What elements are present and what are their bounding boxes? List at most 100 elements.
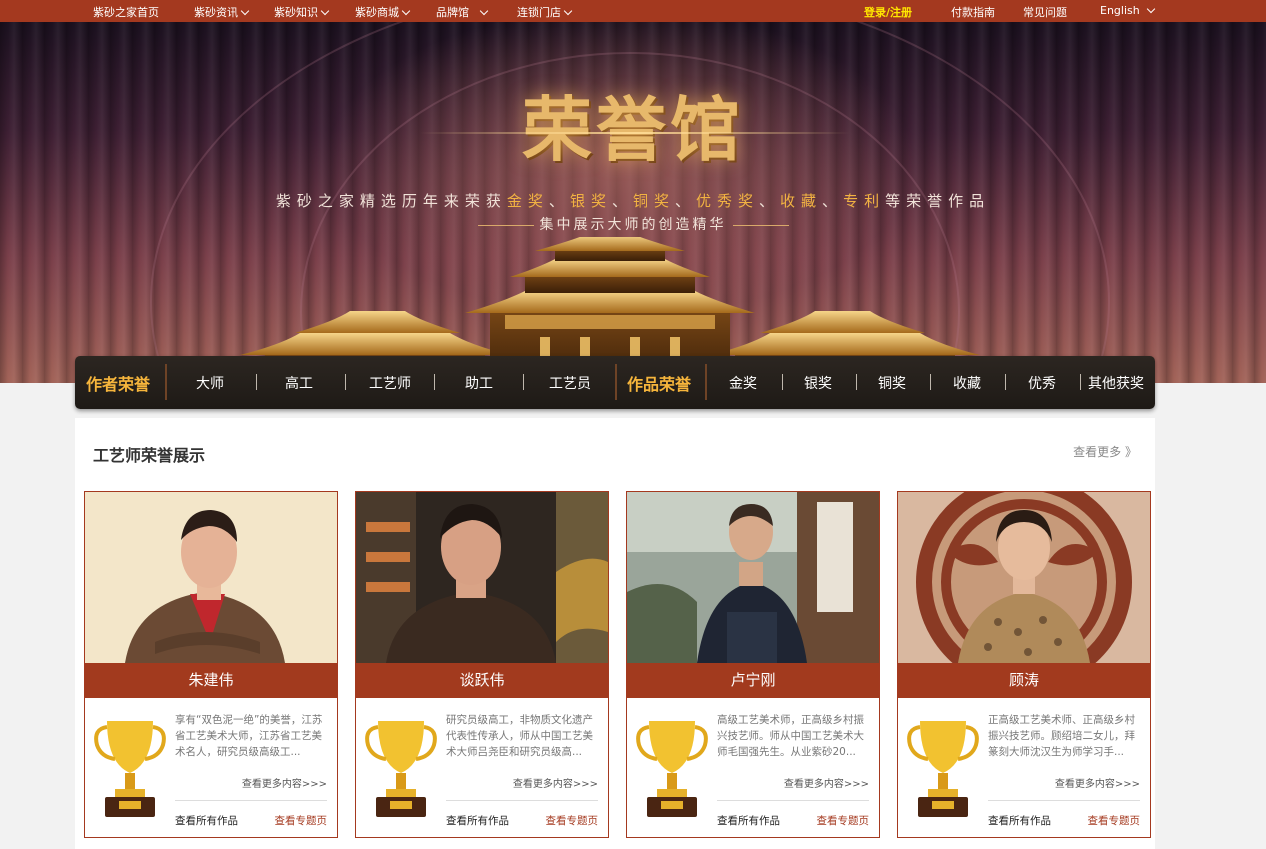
artist-description: 研究员级高工，非物质文化遗产代表性传承人，师从中国工艺美术大师吕尧臣和研究员级高… <box>446 714 593 758</box>
view-more-content-link[interactable]: 查看更多内容>>> <box>784 775 869 790</box>
language-label: English <box>1100 4 1140 17</box>
tab-silver-award[interactable]: 银奖 <box>804 373 832 393</box>
view-special-page-link[interactable]: 查看专题页 <box>817 813 870 828</box>
divider <box>717 800 869 801</box>
divider <box>782 374 783 390</box>
divider <box>256 374 257 390</box>
tab-senior-engineer[interactable]: 高工 <box>285 373 313 393</box>
view-more-content-link[interactable]: 查看更多内容>>> <box>1055 775 1140 790</box>
divider <box>615 364 617 400</box>
subtitle-suffix: 等荣誉作品 <box>885 192 991 210</box>
artist-photo[interactable] <box>898 492 1150 663</box>
divider <box>434 374 435 390</box>
view-special-page-link[interactable]: 查看专题页 <box>1088 813 1141 828</box>
divider <box>705 364 707 400</box>
divider <box>988 800 1140 801</box>
author-honor-heading[interactable]: 作者荣誉 <box>86 371 150 395</box>
chevron-down-icon <box>320 6 330 16</box>
view-special-page-link[interactable]: 查看专题页 <box>275 813 328 828</box>
trophy-icon <box>365 721 437 817</box>
tab-assistant-engineer[interactable]: 助工 <box>465 373 493 393</box>
artist-card[interactable]: 谈跃伟 研究员级高工，非物质文化遗产代表性传承人，师从中国工艺美术大师吕尧臣和研… <box>355 491 609 838</box>
artist-photo[interactable] <box>627 492 879 663</box>
payment-guide-link[interactable]: 付款指南 <box>951 4 995 20</box>
view-more-content-link[interactable]: 查看更多内容>>> <box>513 775 598 790</box>
award-separator: 、 <box>611 192 633 210</box>
title-glow-line <box>420 132 850 134</box>
works-honor-heading[interactable]: 作品荣誉 <box>627 371 691 395</box>
artist-description: 享有“双色泥一绝”的美誉，江苏省工艺美术大师，江苏省工艺美术名人，研究员级高级工… <box>175 714 323 758</box>
tab-craft-worker[interactable]: 工艺员 <box>549 373 591 393</box>
chevron-down-icon <box>240 6 250 16</box>
artist-card[interactable]: 卢宁刚 高级工艺美术师，正高级乡村振兴技艺师。师从中国工艺美术大师毛国强先生。从… <box>626 491 880 838</box>
tab-collection[interactable]: 收藏 <box>953 373 981 393</box>
award-gold: 金奖 <box>506 192 549 210</box>
nav-news-label: 紫砂资讯 <box>194 6 238 19</box>
divider <box>345 374 346 390</box>
view-all-works-link[interactable]: 查看所有作品 <box>175 813 238 828</box>
trophy-icon <box>636 721 708 817</box>
divider <box>1005 374 1006 390</box>
nav-news-menu[interactable]: 紫砂资讯 <box>194 4 250 20</box>
nav-home-link[interactable]: 紫砂之家首页 <box>93 4 159 20</box>
artist-name[interactable]: 朱建伟 <box>85 663 337 698</box>
nav-stores-label: 连锁门店 <box>517 6 561 19</box>
tagline-text: 集中展示大师的创造精华 <box>539 217 727 233</box>
nav-brand-menu[interactable]: 品牌馆 <box>436 4 489 20</box>
award-bronze: 铜奖 <box>632 192 675 210</box>
artist-description: 高级工艺美术师，正高级乡村振兴技艺师。师从中国工艺美术大师毛国强先生。从业紫砂2… <box>717 714 864 758</box>
award-silver: 银奖 <box>569 192 612 210</box>
tab-excellent[interactable]: 优秀 <box>1028 373 1056 393</box>
award-separator: 、 <box>759 192 781 210</box>
honor-category-nav: 作者荣誉 大师 高工 工艺师 助工 工艺员 作品荣誉 金奖 银奖 铜奖 收藏 优… <box>75 356 1155 409</box>
view-special-page-link[interactable]: 查看专题页 <box>546 813 599 828</box>
trophy-icon <box>94 721 166 817</box>
view-all-works-link[interactable]: 查看所有作品 <box>988 813 1051 828</box>
award-separator: 、 <box>822 192 844 210</box>
divider <box>930 374 931 390</box>
faq-link[interactable]: 常见问题 <box>1023 4 1067 20</box>
chevron-down-icon <box>1146 4 1155 14</box>
artist-description: 正高级工艺美术师、正高级乡村振兴技艺师。顾绍培二女儿，拜篆刻大师沈汉生为师学习手… <box>988 714 1135 758</box>
artist-card[interactable]: 朱建伟 享有“双色泥一绝”的美誉，江苏省工艺美术大师，江苏省工艺美术名人，研究员… <box>84 491 338 838</box>
tab-bronze-award[interactable]: 铜奖 <box>878 373 906 393</box>
nav-stores-menu[interactable]: 连锁门店 <box>517 4 573 20</box>
view-all-works-link[interactable]: 查看所有作品 <box>717 813 780 828</box>
artist-name[interactable]: 谈跃伟 <box>356 663 608 698</box>
artist-name[interactable]: 卢宁刚 <box>627 663 879 698</box>
tab-other-awards[interactable]: 其他获奖 <box>1088 373 1144 393</box>
artist-card[interactable]: 顾涛 正高级工艺美术师、正高级乡村振兴技艺师。顾绍培二女儿，拜篆刻大师沈汉生为师… <box>897 491 1151 838</box>
view-all-works-link[interactable]: 查看所有作品 <box>446 813 509 828</box>
artist-name[interactable]: 顾涛 <box>898 663 1150 698</box>
decor-line <box>477 224 534 226</box>
artist-photo[interactable] <box>85 492 337 663</box>
nav-knowledge-menu[interactable]: 紫砂知识 <box>274 4 330 20</box>
nav-mall-menu[interactable]: 紫砂商城 <box>355 4 411 20</box>
nav-knowledge-label: 紫砂知识 <box>274 6 318 19</box>
tab-gold-award[interactable]: 金奖 <box>729 373 757 393</box>
tab-craftsman[interactable]: 工艺师 <box>369 373 411 393</box>
award-excellent: 优秀奖 <box>696 192 760 210</box>
award-separator: 、 <box>674 192 696 210</box>
divider <box>175 800 327 801</box>
login-register-link[interactable]: 登录/注册 <box>864 4 912 20</box>
divider <box>1080 374 1081 390</box>
chevron-down-icon <box>479 6 489 16</box>
banner-tagline: 集中展示大师的创造精华 <box>0 214 1266 234</box>
divider <box>523 374 524 390</box>
artist-photo[interactable] <box>356 492 608 663</box>
divider <box>856 374 857 390</box>
chevron-down-icon <box>563 6 573 16</box>
tab-master[interactable]: 大师 <box>196 373 224 393</box>
language-select[interactable]: English <box>1100 4 1155 17</box>
hero-banner: 荣誉馆 紫砂之家精选历年来荣获金奖、银奖、铜奖、优秀奖、收藏、专利等荣誉作品 集… <box>0 22 1266 383</box>
honor-showcase-panel: 工艺师荣誉展示 查看更多 》 朱建伟 享有“双色泥一绝”的美誉，江苏省工艺美术大… <box>75 418 1155 849</box>
nav-mall-label: 紫砂商城 <box>355 6 399 19</box>
award-patent: 专利 <box>843 192 886 210</box>
divider <box>165 364 167 400</box>
banner-title: 荣誉馆 <box>522 88 744 171</box>
divider <box>446 800 598 801</box>
view-more-link[interactable]: 查看更多 》 <box>1073 443 1137 460</box>
top-nav-bar: 紫砂之家首页 紫砂资讯 紫砂知识 紫砂商城 品牌馆 连锁门店 登录/注册 付款指… <box>0 0 1266 22</box>
view-more-content-link[interactable]: 查看更多内容>>> <box>242 775 327 790</box>
